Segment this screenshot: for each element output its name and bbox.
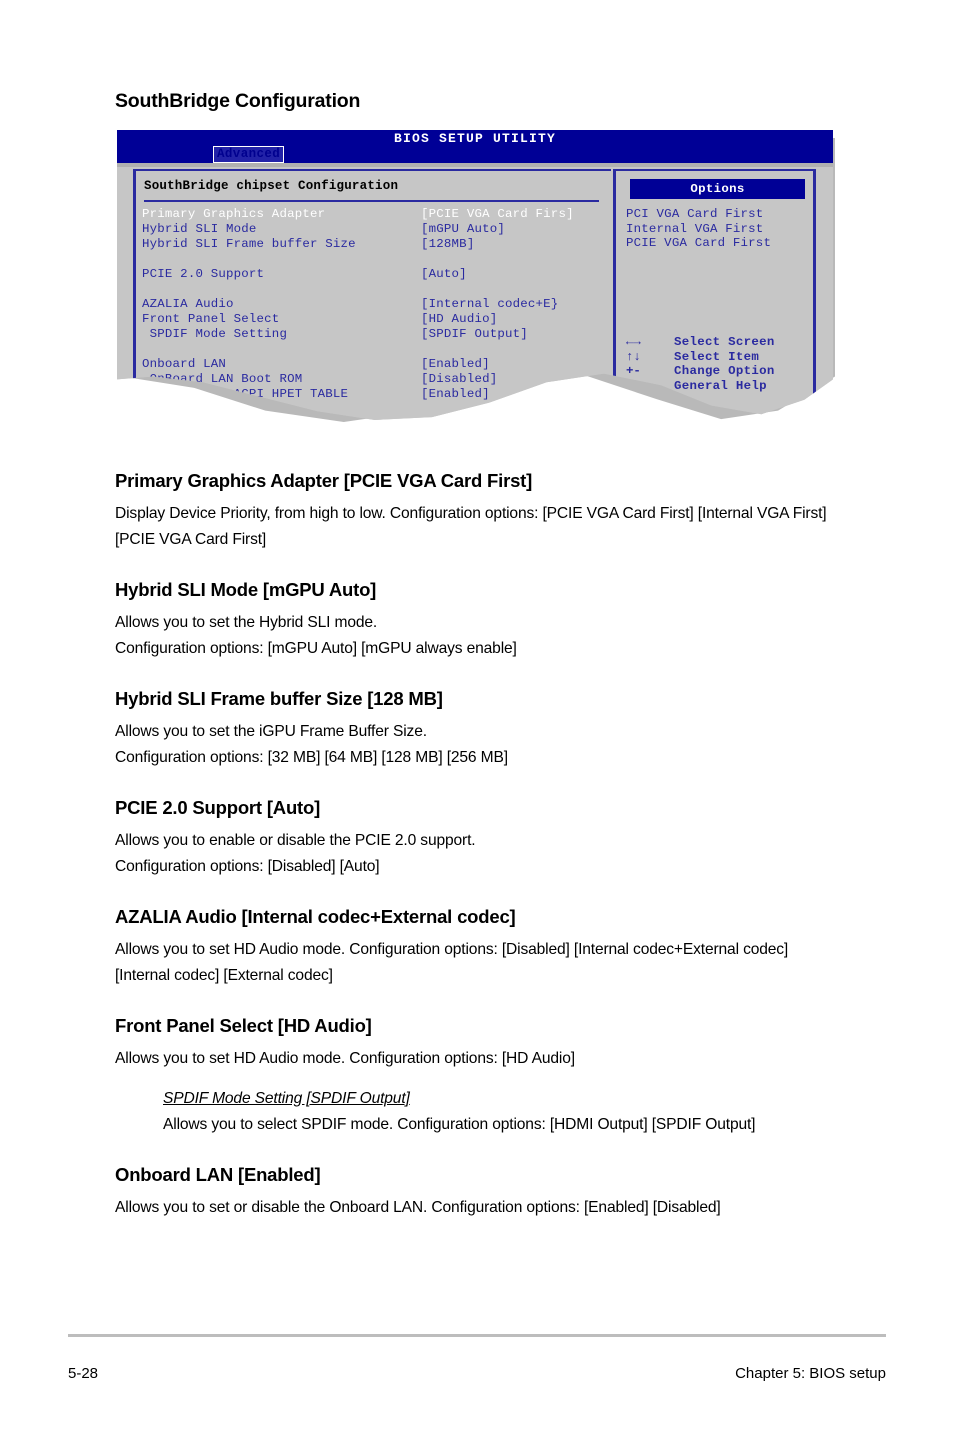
bios-menu-row[interactable]: Front Panel Select [HD Audio] [142, 312, 612, 327]
sub-setting-description-line: Allows you to select SPDIF mode. Configu… [163, 1116, 756, 1133]
bios-key-description: Select Item [674, 349, 760, 364]
bios-menu-label: Front Panel Select [142, 312, 280, 326]
bios-menu-row[interactable]: Primary Graphics Adapter [PCIE VGA Card F… [142, 207, 612, 222]
bios-key-glyph: ←→ [626, 335, 641, 349]
bios-menu-label: Hybrid SLI Mode [142, 222, 257, 236]
bios-titlebar: BIOS SETUP UTILITY [117, 130, 833, 147]
bios-menu-list: Primary Graphics Adapter [PCIE VGA Card F… [142, 207, 612, 402]
bios-menu-spacer [142, 252, 612, 267]
setting-description-line: Allows you to set HD Audio mode. Configu… [115, 941, 789, 984]
bios-menu-value: [Enabled] [421, 357, 490, 371]
setting-description-line: Configuration options: [mGPU Auto] [mGPU… [115, 640, 517, 657]
setting-description-line: Allows you to set or disable the Onboard… [115, 1199, 721, 1216]
bios-menu-value: [Enabled] [421, 387, 490, 401]
setting-description-block: Onboard LAN [Enabled] Allows you to set o… [115, 1164, 835, 1221]
setting-description-line: Allows you to enable or disable the PCIE… [115, 832, 476, 849]
bios-key-description: Change Option [674, 364, 775, 378]
bios-setup-window: BIOS SETUP UTILITY Advanced SouthBridge … [117, 130, 833, 420]
bios-menu-row[interactable]: Hybrid SLI Mode [mGPU Auto] [142, 222, 612, 237]
bios-menu-value: [PCIE VGA Card Firs] [421, 207, 574, 221]
bios-menu-label: PCIE 2.0 Support [142, 267, 265, 281]
sub-setting-block: SPDIF Mode Setting [SPDIF Output] Allows … [163, 1086, 835, 1138]
sub-setting-heading: SPDIF Mode Setting [SPDIF Output] [163, 1090, 410, 1107]
bios-menu-value: [Internal codec+E} [421, 297, 559, 311]
bios-panel-rule [144, 200, 599, 202]
bios-menu-spacer [142, 282, 612, 297]
bios-menu-value: [Disabled] [421, 372, 498, 386]
setting-heading: Hybrid SLI Frame buffer Size [128 MB] [115, 688, 443, 709]
bios-menu-label: AZALIA Audio [142, 297, 234, 311]
bios-menu-row[interactable]: PCIE 2.0 Support [Auto] [142, 267, 612, 282]
setting-heading: Hybrid SLI Mode [mGPU Auto] [115, 579, 377, 600]
bios-menu-row[interactable]: Onboard LAN [Enabled] [142, 357, 612, 372]
bios-menu-row[interactable]: AZALIA Audio [Internal codec+E} [142, 297, 612, 312]
bios-key-description: General Help [674, 378, 767, 393]
bios-menu-value: [Auto] [421, 267, 467, 281]
setting-description-block: AZALIA Audio [Internal codec+External co… [115, 906, 835, 989]
bios-menu-value: [SPDIF Output] [421, 327, 528, 341]
options-list-item[interactable]: Internal VGA First [626, 222, 771, 237]
bios-body: SouthBridge chipset Configuration Primar… [117, 167, 833, 420]
bios-panel-heading: SouthBridge chipset Configuration [144, 179, 399, 193]
bios-key-glyph: ↑↓ [626, 349, 641, 364]
setting-heading: AZALIA Audio [Internal codec+External co… [115, 906, 516, 927]
setting-description-line: Configuration options: [32 MB] [64 MB] [… [115, 749, 508, 766]
bios-options-panel: Options PCI VGA Card First Internal VGA F… [613, 169, 816, 409]
setting-description-line: Allows you to set the Hybrid SLI mode. [115, 614, 378, 631]
bios-menu-spacer [142, 342, 612, 357]
footer-chapter: Chapter 5: BIOS setup [735, 1365, 886, 1382]
options-header: Options [630, 179, 805, 199]
footer-rule [68, 1334, 886, 1337]
options-list: PCI VGA Card First Internal VGA First PCIE… [626, 207, 771, 251]
bios-settings-panel: SouthBridge chipset Configuration Primar… [133, 169, 611, 409]
bios-menu-label: Onboard LAN [142, 357, 226, 371]
document-page: SouthBridge Configuration BIOS SETUP UTI… [0, 0, 954, 1438]
setting-heading: PCIE 2.0 Support [Auto] [115, 797, 321, 818]
bios-menu-label: SPDIF Mode Setting [142, 327, 288, 341]
options-list-item[interactable]: PCIE VGA Card First [626, 236, 771, 251]
setting-description-line: Display Device Priority, from high to lo… [115, 505, 827, 548]
bios-menu-value: [HD Audio] [421, 312, 498, 326]
setting-description-block: PCIE 2.0 Support [Auto] Allows you to ena… [115, 797, 835, 880]
bios-menu-row[interactable]: Hybrid SLI Frame buffer Size [128MB] [142, 237, 612, 252]
setting-description-line: Allows you to set the iGPU Frame Buffer … [115, 723, 427, 740]
page-title: SouthBridge Configuration [115, 90, 361, 112]
settings-description-list: Primary Graphics Adapter [PCIE VGA Card … [115, 470, 835, 1247]
bios-menu-bar: Advanced [117, 146, 833, 163]
setting-heading: Primary Graphics Adapter [PCIE VGA Card … [115, 470, 533, 491]
bios-menu-value: [mGPU Auto] [421, 222, 505, 236]
bios-menu-row[interactable]: SPDIF Mode Setting [SPDIF Output] [142, 327, 612, 342]
setting-description-block: Hybrid SLI Mode [mGPU Auto] Allows you to… [115, 579, 835, 662]
bios-title: BIOS SETUP UTILITY [393, 131, 557, 146]
setting-description-block: Front Panel Select [HD Audio] Allows you … [115, 1015, 835, 1138]
bios-key-description: Select Screen [674, 335, 775, 349]
options-list-item[interactable]: PCI VGA Card First [626, 207, 771, 222]
setting-description-line: Configuration options: [Disabled] [Auto] [115, 858, 380, 875]
setting-heading: Front Panel Select [HD Audio] [115, 1015, 372, 1036]
bios-screenshot-figure: BIOS SETUP UTILITY Advanced SouthBridge … [117, 130, 835, 430]
bios-key-glyph: +- [626, 364, 641, 378]
bios-menu-label: Hybrid SLI Frame buffer Size [142, 237, 356, 251]
setting-description-block: Primary Graphics Adapter [PCIE VGA Card … [115, 470, 835, 553]
setting-heading: Onboard LAN [Enabled] [115, 1164, 321, 1185]
tab-advanced[interactable]: Advanced [213, 146, 285, 163]
bios-menu-value: [128MB] [421, 237, 475, 251]
bios-menu-label: Primary Graphics Adapter [142, 207, 326, 221]
setting-description-block: Hybrid SLI Frame buffer Size [128 MB] All… [115, 688, 835, 771]
footer-page-number: 5-28 [68, 1365, 99, 1382]
setting-description-line: Allows you to set HD Audio mode. Configu… [115, 1050, 575, 1067]
